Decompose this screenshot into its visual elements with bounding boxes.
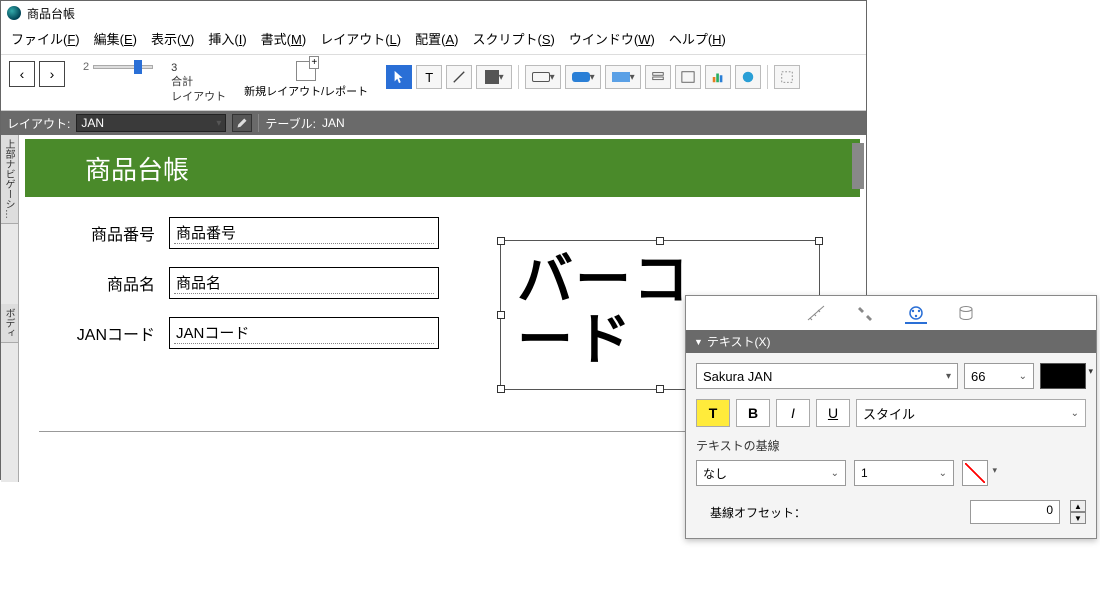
part-tab-body[interactable]: ボディ xyxy=(1,304,18,343)
window-title: 商品台帳 xyxy=(27,5,75,22)
menu-layout[interactable]: レイアウト(L) xyxy=(320,29,401,48)
pointer-tool[interactable] xyxy=(386,65,412,89)
format-tool[interactable] xyxy=(774,65,800,89)
edit-layout-button[interactable] xyxy=(232,114,252,132)
menu-format[interactable]: 書式(M) xyxy=(261,29,307,48)
layout-mode-label: レイアウト xyxy=(171,90,226,104)
menu-edit[interactable]: 編集(E) xyxy=(94,29,137,48)
offset-up-button[interactable]: ▲ xyxy=(1070,500,1086,512)
slider-value: 2 xyxy=(83,61,89,73)
baseline-label: テキストの基線 xyxy=(696,437,1086,454)
table-name: JAN xyxy=(322,116,345,130)
toolbar: ‹ › 2 3 合計 レイアウト 新規レイアウト/レポート T ▾ ▾ ▾ ▾ xyxy=(1,55,866,111)
inspector-tab-tools[interactable] xyxy=(855,304,877,324)
jan-field[interactable]: JANコード xyxy=(169,317,439,349)
font-color-swatch[interactable]: ▾ xyxy=(1040,363,1086,389)
baseline-width-select[interactable]: 1⌄ xyxy=(854,460,954,486)
inspector-panel: ▼テキスト(X) Sakura JAN▾ 66⌄ ▾ T B I U スタイル⌄… xyxy=(685,295,1097,539)
menu-arrange[interactable]: 配置(A) xyxy=(415,29,458,48)
resize-handle[interactable] xyxy=(497,311,505,319)
inspector-tab-appearance[interactable] xyxy=(905,304,927,324)
menu-view[interactable]: 表示(V) xyxy=(151,29,194,48)
menu-script[interactable]: スクリプト(S) xyxy=(472,29,554,48)
resize-handle[interactable] xyxy=(815,237,823,245)
resize-handle[interactable] xyxy=(497,237,505,245)
layout-header: 商品台帳 xyxy=(25,139,860,197)
text-tool[interactable]: T xyxy=(416,65,442,89)
part-tabs: 上部ナビゲーシ… ボディ xyxy=(1,135,19,482)
scrollbar-thumb[interactable] xyxy=(852,143,864,189)
baseline-select[interactable]: なし⌄ xyxy=(696,460,846,486)
jan-label: JANコード xyxy=(39,321,169,345)
product-no-label: 商品番号 xyxy=(39,221,169,245)
header-title: 商品台帳 xyxy=(85,150,189,187)
underline-button[interactable]: U xyxy=(816,399,850,427)
total-count: 3 xyxy=(171,61,226,75)
new-layout-button[interactable]: 新規レイアウト/レポート xyxy=(244,61,368,99)
app-icon xyxy=(7,6,21,20)
inspector-tab-data[interactable] xyxy=(955,304,977,324)
offset-input[interactable]: 0 xyxy=(970,500,1060,524)
menu-window[interactable]: ウインドウ(W) xyxy=(569,29,655,48)
menubar: ファイル(F) 編集(E) 表示(V) 挿入(I) 書式(M) レイアウト(L)… xyxy=(1,25,866,55)
new-layout-label: 新規レイアウト/レポート xyxy=(244,83,368,99)
menu-help[interactable]: ヘルプ(H) xyxy=(669,29,726,48)
resize-handle[interactable] xyxy=(656,385,664,393)
resize-handle[interactable] xyxy=(497,385,505,393)
nav-prev-button[interactable]: ‹ xyxy=(9,61,35,87)
menu-file[interactable]: ファイル(F) xyxy=(11,29,80,48)
nav-next-button[interactable]: › xyxy=(39,61,65,87)
field-tool[interactable]: ▾ xyxy=(525,65,561,89)
table-label: テーブル: xyxy=(265,115,316,132)
style-select[interactable]: スタイル⌄ xyxy=(856,399,1086,427)
zoom-slider[interactable] xyxy=(93,65,153,69)
resize-handle[interactable] xyxy=(656,237,664,245)
fill-tool[interactable]: ▾ xyxy=(476,65,512,89)
chart-tool[interactable] xyxy=(705,65,731,89)
layout-bar: レイアウト: JAN▾ テーブル: JAN xyxy=(1,111,866,135)
offset-label: 基線オフセット： xyxy=(710,504,806,521)
button-tool[interactable]: ▾ xyxy=(565,65,601,89)
italic-button[interactable]: I xyxy=(776,399,810,427)
tab-tool[interactable]: ▾ xyxy=(605,65,641,89)
titlebar: 商品台帳 xyxy=(1,1,866,25)
web-tool[interactable] xyxy=(735,65,761,89)
font-select[interactable]: Sakura JAN▾ xyxy=(696,363,958,389)
inspector-tab-position[interactable] xyxy=(805,304,827,324)
image-tool[interactable] xyxy=(675,65,701,89)
highlight-button[interactable]: T xyxy=(696,399,730,427)
portal-tool[interactable] xyxy=(645,65,671,89)
layout-select[interactable]: JAN▾ xyxy=(76,114,226,132)
product-name-label: 商品名 xyxy=(39,271,169,295)
line-tool[interactable] xyxy=(446,65,472,89)
inspector-section-header[interactable]: ▼テキスト(X) xyxy=(686,330,1096,353)
product-no-field[interactable]: 商品番号 xyxy=(169,217,439,249)
baseline-color-swatch[interactable]: ▾ xyxy=(962,460,988,486)
menu-insert[interactable]: 挿入(I) xyxy=(208,29,246,48)
offset-down-button[interactable]: ▼ xyxy=(1070,512,1086,524)
product-name-field[interactable]: 商品名 xyxy=(169,267,439,299)
total-label: 合計 xyxy=(171,75,226,89)
part-tab-upper[interactable]: 上部ナビゲーシ… xyxy=(1,135,18,224)
bold-button[interactable]: B xyxy=(736,399,770,427)
new-layout-icon xyxy=(296,61,316,81)
layout-bar-label: レイアウト: xyxy=(7,115,70,132)
font-size-select[interactable]: 66⌄ xyxy=(964,363,1034,389)
